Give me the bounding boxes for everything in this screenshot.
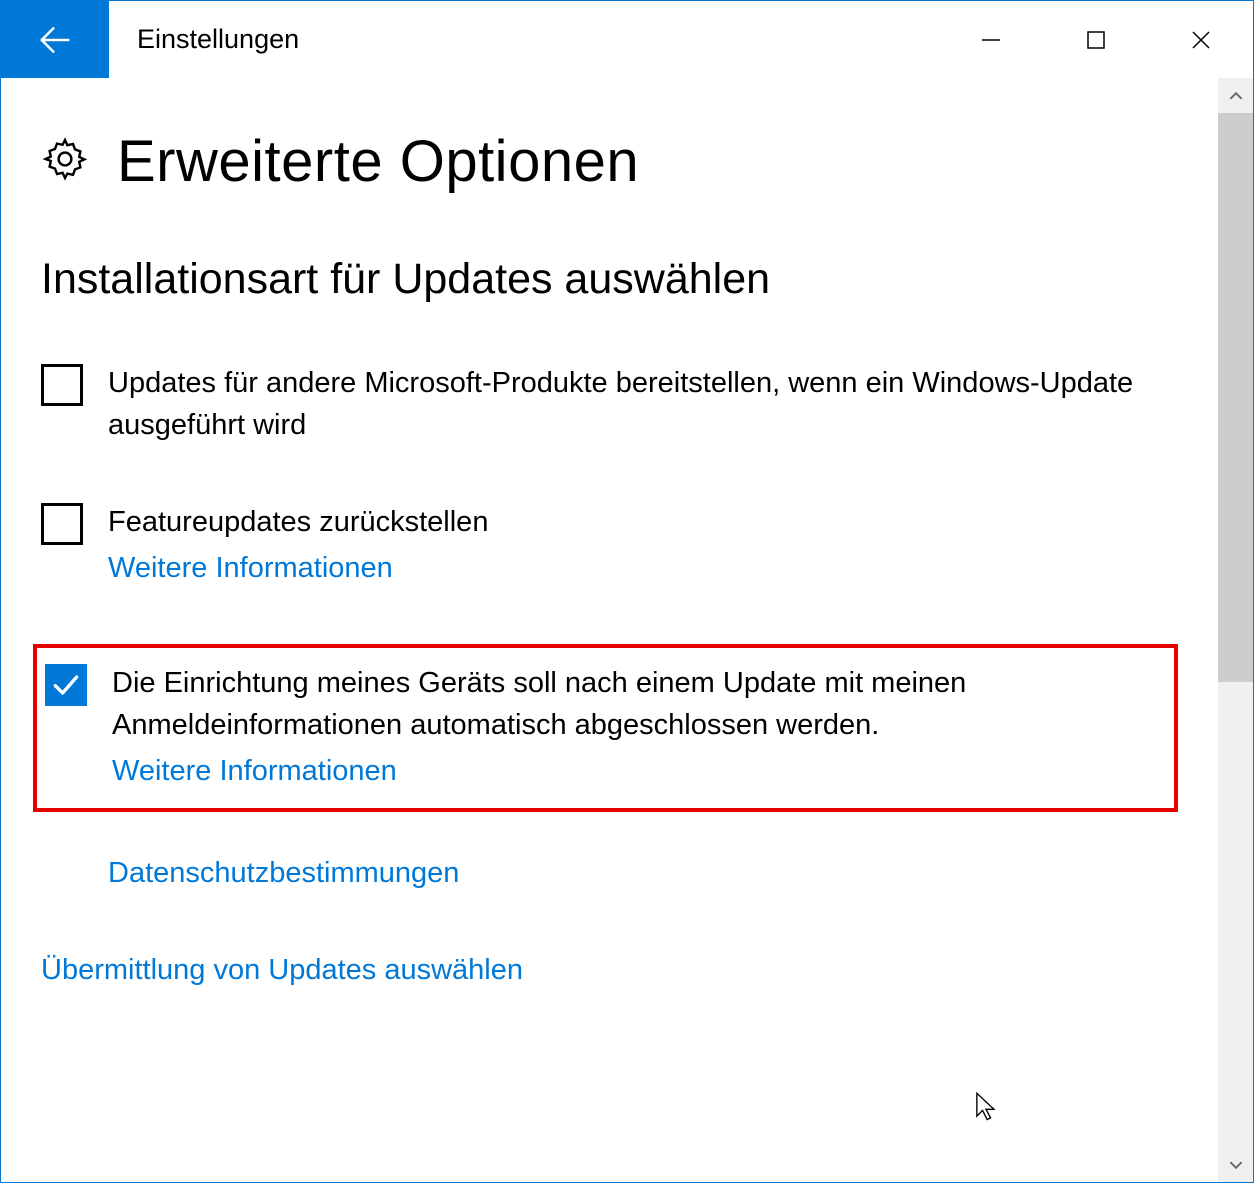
option-text-group: Updates für andere Microsoft-Produkte be… bbox=[108, 362, 1178, 446]
scroll-down-button[interactable] bbox=[1218, 1147, 1253, 1182]
more-info-link-defer[interactable]: Weitere Informationen bbox=[108, 547, 488, 589]
close-button[interactable] bbox=[1148, 1, 1253, 78]
option-label: Die Einrichtung meines Geräts soll nach … bbox=[112, 662, 1164, 746]
back-button[interactable] bbox=[1, 1, 109, 78]
privacy-row: Datenschutzbestimmungen bbox=[108, 852, 1178, 894]
page-title: Erweiterte Optionen bbox=[117, 128, 639, 195]
option-label: Updates für andere Microsoft-Produkte be… bbox=[108, 362, 1178, 446]
scroll-track[interactable] bbox=[1218, 113, 1253, 1147]
delivery-link-row: Übermittlung von Updates auswählen bbox=[41, 954, 1178, 987]
option-auto-finish-setup: Die Einrichtung meines Geräts soll nach … bbox=[45, 662, 1164, 792]
check-icon bbox=[50, 669, 82, 701]
maximize-button[interactable] bbox=[1043, 1, 1148, 78]
maximize-icon bbox=[1085, 29, 1107, 51]
arrow-left-icon bbox=[35, 20, 75, 60]
minimize-button[interactable] bbox=[938, 1, 1043, 78]
delivery-optimization-link[interactable]: Übermittlung von Updates auswählen bbox=[41, 954, 523, 986]
scroll-up-button[interactable] bbox=[1218, 78, 1253, 113]
checkbox-defer-feature-updates[interactable] bbox=[41, 503, 83, 545]
content-wrapper: Erweiterte Optionen Installationsart für… bbox=[1, 78, 1253, 1182]
content-area: Erweiterte Optionen Installationsart für… bbox=[1, 78, 1218, 1182]
scroll-thumb[interactable] bbox=[1218, 113, 1253, 682]
chevron-up-icon bbox=[1229, 89, 1243, 103]
chevron-down-icon bbox=[1229, 1158, 1243, 1172]
checkbox-auto-finish-setup[interactable] bbox=[45, 664, 87, 706]
gear-icon bbox=[41, 135, 89, 188]
minimize-icon bbox=[980, 29, 1002, 51]
option-text-group: Featureupdates zurückstellen Weitere Inf… bbox=[108, 501, 488, 589]
more-info-link-auto-finish[interactable]: Weitere Informationen bbox=[112, 750, 1164, 792]
option-microsoft-products: Updates für andere Microsoft-Produkte be… bbox=[41, 362, 1178, 446]
checkbox-microsoft-products[interactable] bbox=[41, 364, 83, 406]
cursor-icon bbox=[974, 1091, 998, 1128]
option-label: Featureupdates zurückstellen bbox=[108, 501, 488, 543]
close-icon bbox=[1189, 28, 1213, 52]
section-heading: Installationsart für Updates auswählen bbox=[41, 255, 1178, 304]
highlight-annotation: Die Einrichtung meines Geräts soll nach … bbox=[33, 644, 1178, 812]
vertical-scrollbar[interactable] bbox=[1218, 78, 1253, 1182]
option-defer-feature-updates: Featureupdates zurückstellen Weitere Inf… bbox=[41, 501, 1178, 589]
privacy-link[interactable]: Datenschutzbestimmungen bbox=[108, 857, 459, 889]
option-text-group: Die Einrichtung meines Geräts soll nach … bbox=[112, 662, 1164, 792]
window-title: Einstellungen bbox=[137, 24, 938, 55]
page-heading: Erweiterte Optionen bbox=[41, 128, 1178, 195]
window-controls bbox=[938, 1, 1253, 78]
titlebar: Einstellungen bbox=[1, 1, 1253, 78]
